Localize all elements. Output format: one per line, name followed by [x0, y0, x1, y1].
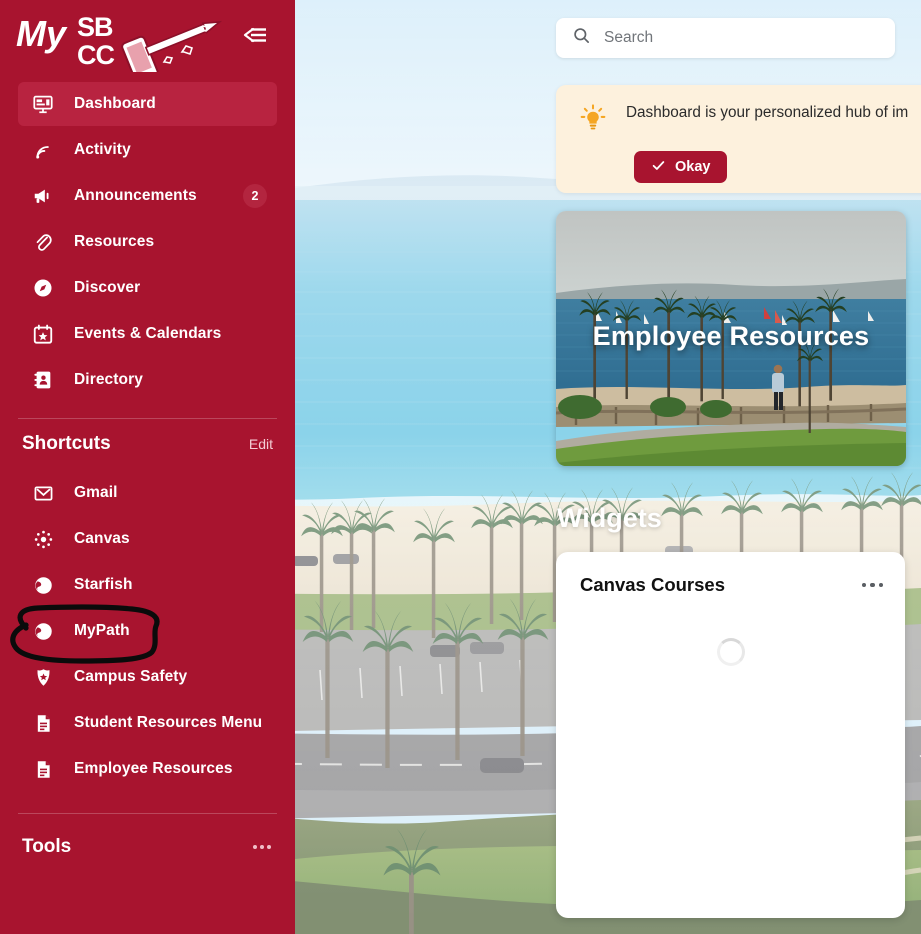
- shortcuts-title: Shortcuts: [22, 433, 111, 454]
- address-book-icon: [30, 367, 56, 393]
- sidebar-item-discover[interactable]: Discover: [18, 266, 277, 310]
- edit-shortcuts-button[interactable]: Edit: [249, 436, 273, 452]
- mysbcc-logo[interactable]: My SB CC: [14, 6, 234, 84]
- tip-banner-text: Dashboard is your personalized hub of im: [626, 104, 909, 121]
- shortcut-item-employee-resources[interactable]: Employee Resources: [18, 747, 277, 791]
- megaphone-icon: [30, 183, 56, 209]
- main-content: Search Dashboard is your personalized hu…: [295, 0, 921, 934]
- sidebar-item-label: Resources: [74, 233, 155, 250]
- sidebar-divider-2: [18, 813, 277, 814]
- sidebar-item-dashboard[interactable]: Dashboard: [18, 82, 277, 126]
- sidebar: My SB CC Dashboard Activity Announcement…: [0, 0, 295, 934]
- shortcut-item-label: Employee Resources: [74, 760, 233, 777]
- shortcut-item-label: MyPath: [74, 622, 130, 639]
- sidebar-item-label: Events & Calendars: [74, 325, 222, 342]
- employee-resources-card-title: Employee Resources: [592, 321, 870, 351]
- lightbulb-icon: [578, 103, 608, 138]
- sidebar-item-directory[interactable]: Directory: [18, 358, 277, 402]
- tools-title: Tools: [22, 836, 72, 857]
- sidebar-item-label: Announcements: [74, 187, 197, 204]
- tools-section-header: Tools: [22, 822, 273, 872]
- calendar-star-icon: [30, 321, 56, 347]
- shortcut-item-label: Gmail: [74, 484, 118, 501]
- canvas-courses-widget: Canvas Courses: [556, 552, 905, 918]
- svg-text:My: My: [16, 13, 68, 54]
- loading-spinner: [716, 638, 745, 666]
- sidebar-item-announcements[interactable]: Announcements 2: [18, 174, 277, 218]
- check-icon: [651, 158, 666, 177]
- globe-icon: [30, 572, 56, 598]
- globe-icon: [30, 618, 56, 644]
- search-icon: [572, 26, 591, 50]
- paperclip-icon: [30, 229, 56, 255]
- shortcut-item-student-resources-menu[interactable]: Student Resources Menu: [18, 701, 277, 745]
- canvas-dotted-circle-icon: [30, 526, 56, 552]
- dashboard-monitor-icon: [30, 91, 56, 117]
- tip-banner: Dashboard is your personalized hub of im…: [556, 85, 921, 193]
- shortcut-item-label: Canvas: [74, 530, 130, 547]
- announcements-badge: 2: [243, 184, 267, 208]
- sidebar-item-label: Activity: [74, 141, 131, 158]
- shortcut-item-label: Starfish: [74, 576, 133, 593]
- primary-navigation: Dashboard Activity Announcements 2 Resou…: [0, 82, 295, 402]
- shortcut-item-mypath[interactable]: MyPath: [18, 609, 277, 653]
- svg-text:SB: SB: [77, 12, 113, 42]
- rss-feed-icon: [30, 137, 56, 163]
- shortcut-item-label: Student Resources Menu: [74, 714, 263, 731]
- collapse-menu-icon[interactable]: [241, 22, 271, 48]
- svg-text:CC: CC: [77, 40, 114, 70]
- canvas-courses-title: Canvas Courses: [580, 574, 725, 595]
- document-icon: [30, 710, 56, 736]
- document-icon: [30, 756, 56, 782]
- okay-button[interactable]: Okay: [634, 151, 728, 183]
- sidebar-item-label: Directory: [74, 371, 143, 388]
- shortcut-item-starfish[interactable]: Starfish: [18, 563, 277, 607]
- sidebar-item-events-calendars[interactable]: Events & Calendars: [18, 312, 277, 356]
- shortcut-item-canvas[interactable]: Canvas: [18, 517, 277, 561]
- ellipsis-icon[interactable]: [251, 839, 273, 855]
- sidebar-item-label: Dashboard: [74, 95, 156, 112]
- shortcut-item-gmail[interactable]: Gmail: [18, 471, 277, 515]
- shield-star-icon: [30, 664, 56, 690]
- search-placeholder: Search: [604, 29, 654, 46]
- shortcuts-section-header: Shortcuts Edit: [22, 419, 273, 469]
- shortcuts-list: Gmail Canvas Starfish MyPath Campus Safe…: [0, 471, 295, 791]
- okay-button-label: Okay: [675, 159, 711, 175]
- employee-resources-card[interactable]: Employee Resources: [556, 211, 906, 466]
- gmail-envelope-icon: [30, 480, 56, 506]
- shortcut-item-label: Campus Safety: [74, 668, 188, 685]
- ellipsis-icon[interactable]: [861, 577, 883, 594]
- sidebar-item-resources[interactable]: Resources: [18, 220, 277, 264]
- sidebar-item-activity[interactable]: Activity: [18, 128, 277, 172]
- sidebar-item-label: Discover: [74, 279, 141, 296]
- search-input[interactable]: Search: [556, 18, 895, 58]
- compass-icon: [30, 275, 56, 301]
- brand-row: My SB CC: [0, 0, 295, 84]
- shortcut-item-campus-safety[interactable]: Campus Safety: [18, 655, 277, 699]
- widgets-heading: Widgets: [557, 503, 662, 533]
